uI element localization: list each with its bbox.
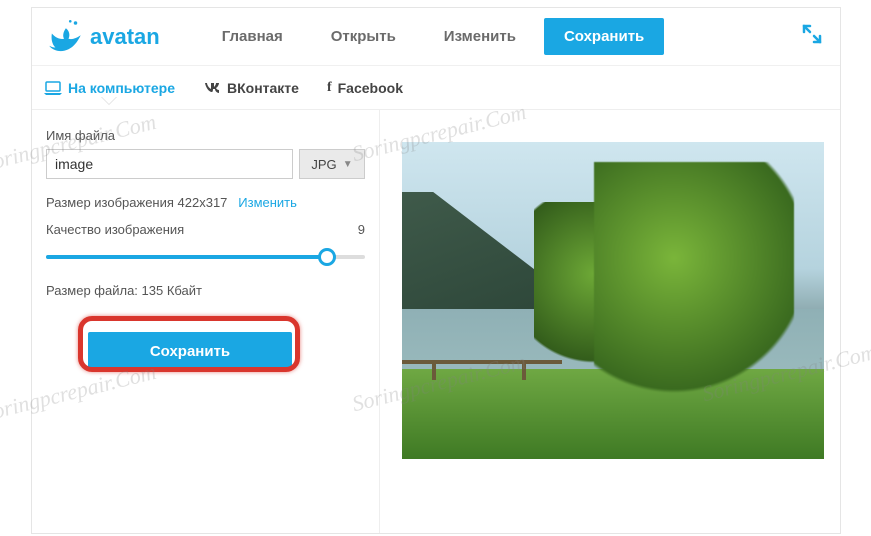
filesize-prefix: Размер файла: <box>46 283 142 298</box>
nav-open[interactable]: Открыть <box>311 18 416 55</box>
change-dimensions-link[interactable]: Изменить <box>238 195 297 210</box>
save-panel: Имя файла JPG ▼ Размер изображения 422x3… <box>32 110 380 533</box>
dimensions-row: Размер изображения 422x317 Изменить <box>46 195 365 210</box>
slider-fill <box>46 255 327 259</box>
filename-label: Имя файла <box>46 128 365 143</box>
laptop-icon <box>44 81 62 95</box>
dimensions-prefix: Размер изображения <box>46 195 178 210</box>
preview-area <box>380 110 840 533</box>
brand-text: avatan <box>90 24 160 50</box>
filesize-row: Размер файла: 135 Кбайт <box>46 283 365 298</box>
quality-label: Качество изображения <box>46 222 184 237</box>
subtab-computer-label: На компьютере <box>68 80 175 96</box>
nav-save[interactable]: Сохранить <box>544 18 664 55</box>
fullscreen-icon[interactable] <box>796 18 828 55</box>
subtab-vk[interactable]: ВКонтакте <box>203 80 299 96</box>
quality-slider[interactable] <box>46 245 365 269</box>
chevron-down-icon: ▼ <box>343 159 353 170</box>
vk-icon <box>203 81 221 95</box>
whale-icon <box>44 18 86 56</box>
subtab-vk-label: ВКонтакте <box>227 80 299 96</box>
filesize-value: 135 Кбайт <box>142 283 202 298</box>
format-select[interactable]: JPG ▼ <box>299 149 365 179</box>
quality-value: 9 <box>358 222 365 237</box>
subtab-computer[interactable]: На компьютере <box>44 80 175 96</box>
nav-home[interactable]: Главная <box>202 18 303 55</box>
slider-thumb[interactable] <box>318 248 336 266</box>
dimensions-value: 422x317 <box>178 195 228 210</box>
format-value: JPG <box>311 157 336 172</box>
subtab-facebook[interactable]: f Facebook <box>327 80 403 96</box>
filename-input[interactable] <box>46 149 293 179</box>
facebook-icon: f <box>327 80 332 96</box>
brand-logo[interactable]: avatan <box>44 18 160 56</box>
save-button[interactable]: Сохранить <box>88 332 292 370</box>
preview-image <box>402 142 824 459</box>
subtab-facebook-label: Facebook <box>338 80 403 96</box>
nav-edit[interactable]: Изменить <box>424 18 536 55</box>
